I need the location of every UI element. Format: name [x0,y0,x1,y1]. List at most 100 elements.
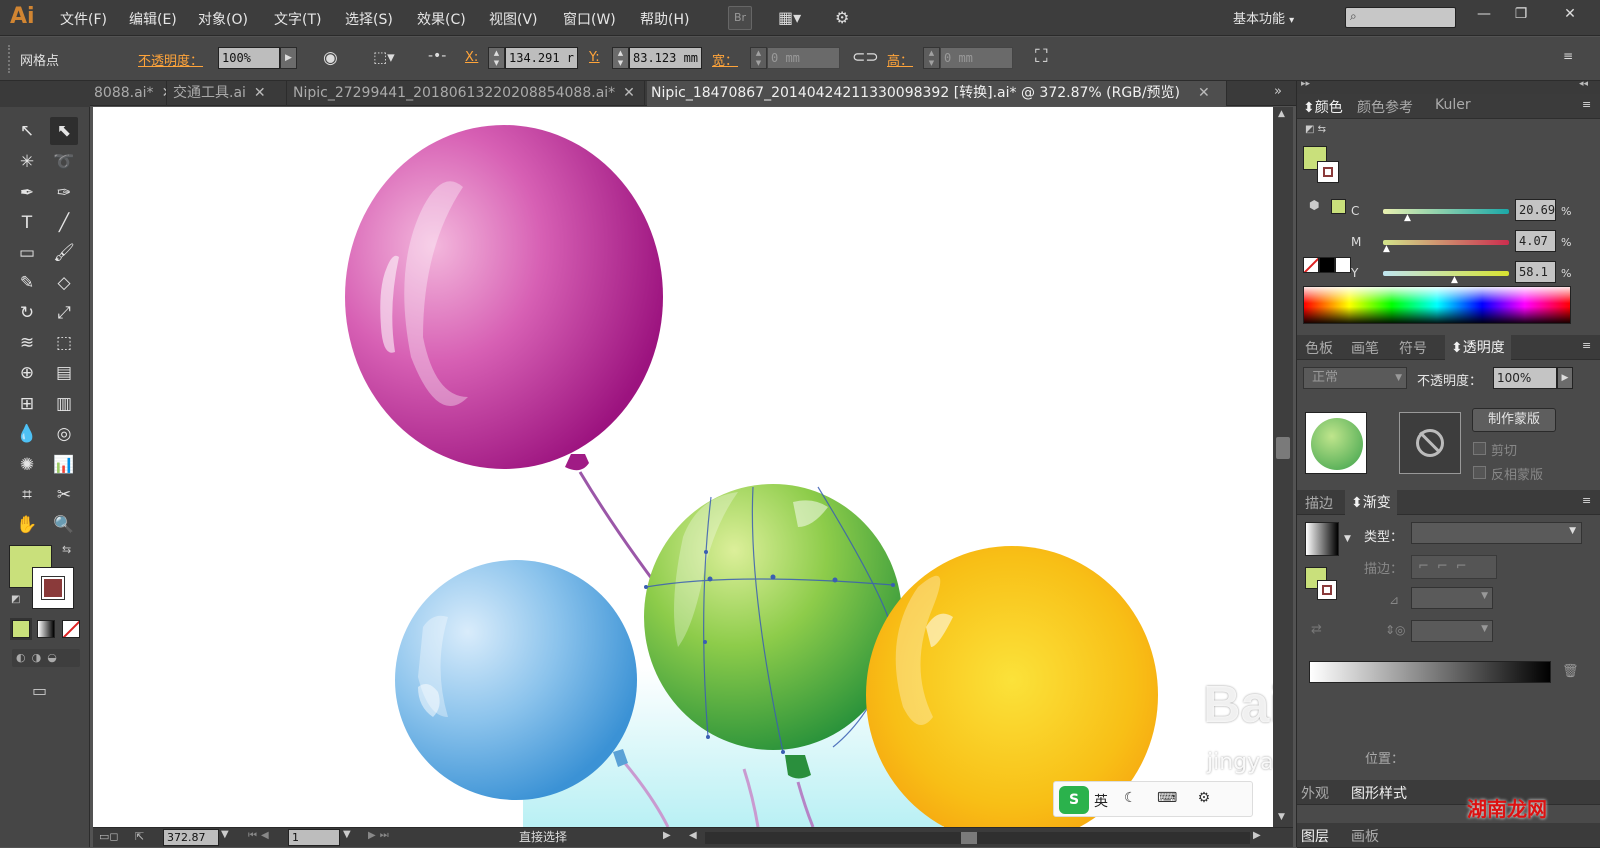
bridge-button[interactable]: Br [728,6,752,30]
rectangle-tool-icon[interactable]: ▭ [13,239,41,267]
tab-close-icon[interactable]: ✕ [254,85,266,101]
artboard-dropdown-icon[interactable]: ▼ [343,829,351,840]
x-stepper[interactable]: ▲ ▼ [488,47,505,69]
none-mode-icon[interactable] [62,620,80,638]
collapse-panels-icon[interactable]: ◂◂ [1579,79,1588,89]
channel-value-field[interactable]: 58.1 [1515,261,1556,283]
close-button[interactable]: ✕ [1552,3,1588,25]
gradient-slider[interactable] [1309,661,1551,683]
tab-artboards[interactable]: 画板 [1351,826,1379,846]
stroke-swatch[interactable] [32,567,74,609]
clip-checkbox[interactable] [1473,442,1486,455]
tab-brushes[interactable]: 画笔 [1351,338,1379,358]
tab-appearance[interactable]: 外观 [1301,783,1329,803]
channel-value-field[interactable]: 20.69 [1515,199,1556,221]
artboard-tool-icon[interactable]: ⌗ [13,481,41,509]
menu-select[interactable]: 选择(S) [345,9,393,29]
pink-balloon[interactable] [345,125,663,471]
color-mode-icon[interactable] [10,618,32,640]
tab-stroke[interactable]: 描边 [1305,493,1333,513]
scroll-thumb[interactable] [1276,437,1290,459]
shape-builder-tool-icon[interactable]: ⊕ [13,359,41,387]
tab-symbols[interactable]: 符号 [1399,338,1427,358]
tab-doc-2[interactable]: 交通工具.ai ✕ [169,81,287,106]
ime-bar[interactable]: S 英 ☾ ⌨ ⚙ [1053,781,1253,817]
align-selection-icon[interactable]: ⬚▾ [373,48,395,66]
swap-fill-stroke-icon[interactable]: ⇆ [62,543,71,556]
channel-slider-thumb[interactable]: ▲ [1383,244,1390,254]
zoom-field[interactable]: 372.87 [163,829,219,846]
gradient-stroke-swatch[interactable] [1317,580,1337,600]
tab-doc-1[interactable]: 8088.ai* ✕ [90,81,167,106]
scale-tool-icon[interactable]: ⤢ [50,299,78,327]
zoom-tool-icon[interactable]: 🔍 [50,511,78,539]
channel-slider-track[interactable] [1383,209,1509,214]
gradient-preview-dropdown-icon[interactable]: ▼ [1344,534,1351,544]
width-field[interactable]: 0 mm [767,47,840,69]
tab-graphic-styles[interactable]: 图形样式 [1351,783,1407,803]
pen-tool-icon[interactable]: ✒ [13,179,41,207]
ime-lang[interactable]: 英 [1094,791,1108,811]
menu-help[interactable]: 帮助(H) [640,9,689,29]
paintbrush-tool-icon[interactable]: 🖌 [50,239,78,267]
object-thumbnail[interactable] [1305,412,1367,474]
hscroll-right-icon[interactable]: ▶ [1253,830,1261,841]
default-colors-icon[interactable]: ◩ [11,594,20,605]
blue-balloon[interactable] [395,560,637,800]
opacity-field[interactable]: 100% [218,47,280,69]
y-field[interactable]: 83.123 mm [629,47,702,69]
menu-effect[interactable]: 效果(C) [417,9,466,29]
default-fill-stroke-icon[interactable]: ◩ ⇆ [1305,124,1326,135]
expand-icon[interactable]: ▸▸ [1301,79,1310,89]
none-swatch[interactable] [1303,257,1319,273]
color-panel-menu-icon[interactable]: ≡ [1582,98,1591,111]
artboard-number-field[interactable]: 1 [288,829,340,846]
tab-doc-4[interactable]: Nipic_18470867_20140424211330098392 [转换]… [647,81,1227,106]
gradient-preview[interactable] [1305,522,1339,556]
restore-button[interactable]: ❐ [1503,3,1539,25]
arrange-documents-icon[interactable]: ▦▾ [778,8,801,27]
blend-tool-icon[interactable]: ◎ [50,420,78,448]
blend-mode-select[interactable]: 正常 ▼ [1303,367,1407,389]
opacity-label[interactable]: 不透明度： [138,50,203,69]
graph-tool-icon[interactable]: 📊 [50,451,78,479]
make-mask-button[interactable]: 制作蒙版 [1472,408,1556,432]
magic-wand-tool-icon[interactable]: ✳ [13,148,41,176]
curvature-tool-icon[interactable]: ✑ [50,179,78,207]
height-stepper[interactable]: ▲ ▼ [923,47,940,69]
tab-close-icon[interactable]: ✕ [162,85,166,101]
line-tool-icon[interactable]: ╱ [50,209,78,237]
menu-type[interactable]: 文字(T) [274,9,321,29]
transform-icon[interactable]: ⛶ [1035,46,1048,67]
menu-file[interactable]: 文件(F) [60,9,107,29]
height-field[interactable]: 0 mm [940,47,1013,69]
artboard-nav-icon[interactable]: ▭◻ [99,830,119,843]
search-input[interactable]: ⌕ [1345,7,1456,28]
gradient-angle-field[interactable]: ▼ [1411,587,1493,609]
mask-thumbnail[interactable] [1399,412,1461,474]
black-swatch[interactable] [1319,257,1335,273]
ime-tools-icon[interactable]: ☾ ⌨ ⚙ [1124,790,1218,806]
y-stepper[interactable]: ▲ ▼ [612,47,629,69]
web-safe-swatch[interactable] [1331,199,1346,214]
menu-window[interactable]: 窗口(W) [563,9,616,29]
rotate-tool-icon[interactable]: ↻ [13,299,41,327]
gpu-performance-icon[interactable]: ⚙ [835,8,849,27]
artboard-canvas[interactable]: S 英 ☾ ⌨ ⚙ Baidu经验 jingyan.baidu.com [93,107,1273,827]
panel-menu-icon[interactable]: ≡ [1563,49,1573,63]
lasso-tool-icon[interactable]: ➰ [50,148,78,176]
tab-gradient[interactable]: ⬍渐变 [1345,490,1397,515]
zoom-dropdown-icon[interactable]: ▼ [221,829,229,840]
aspect-ratio-field[interactable]: ▼ [1411,620,1493,642]
channel-slider-thumb[interactable]: ▲ [1451,275,1458,285]
tab-layers[interactable]: 图层 [1301,826,1329,846]
slice-tool-icon[interactable]: ✂ [50,481,78,509]
perspective-grid-tool-icon[interactable]: ▤ [50,359,78,387]
selection-tool-icon[interactable]: ↖ [13,117,41,145]
free-transform-tool-icon[interactable]: ⬚ [50,329,78,357]
gradient-mode-icon[interactable] [37,620,55,638]
tab-close-icon[interactable]: ✕ [1198,85,1210,101]
recolor-icon[interactable]: ◉ [323,48,338,68]
channel-value-field[interactable]: 4.07 [1515,230,1556,252]
status-menu-icon[interactable]: ▶ [663,830,671,841]
